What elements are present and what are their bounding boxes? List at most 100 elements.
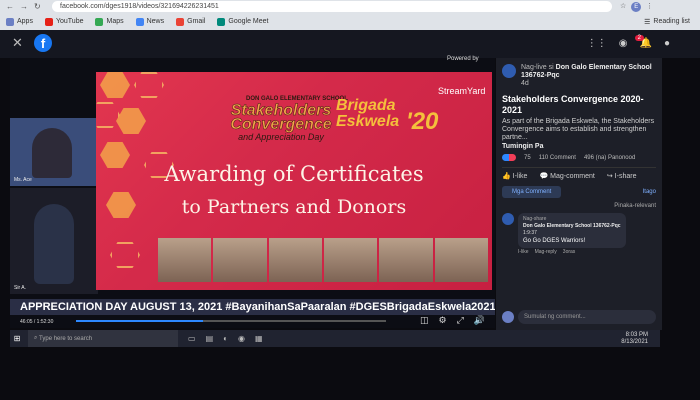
maps-icon [95,17,104,26]
post-header: Nag-live si Don Galo Elementary School 1… [502,64,656,88]
fb-actions: ⋮⋮ ◉ 🔔 ● [587,38,670,49]
menu-icon[interactable]: ⋮ [646,2,653,12]
photo [213,238,267,282]
comment-count[interactable]: 110 Comment [539,155,576,161]
post-title: Stakeholders Convergence 2020-2021 [502,94,644,115]
reaction-count[interactable]: 75 [524,155,531,161]
edge-icon[interactable]: ◐ [223,334,228,343]
comment-button[interactable]: 💬 Mag-comment [539,172,594,180]
gmail-icon [176,17,185,26]
back-icon[interactable]: ← [6,2,14,11]
youtube-icon [44,17,53,26]
clock-time: 8:03 PM [625,331,648,338]
notification-badge: 2 [634,35,644,41]
bookmark-meet[interactable]: Google Meet [217,17,269,26]
progress-bar[interactable] [76,320,386,322]
comment-reply[interactable]: Mag-reply [535,249,557,255]
bookmark-maps[interactable]: Maps [95,17,124,26]
participant-1 [32,128,72,178]
slide-heading-line2: to Partners and Donors [181,196,407,218]
tab-hide[interactable]: Itago [643,186,656,198]
post-stats: 75 110 Comment 496 (na) Panonood [502,154,656,161]
browser-chrome: ← → ↻ facebook.com/dges1918/videos/32169… [0,0,700,30]
view-count: 496 (na) Panonood [583,154,636,161]
close-icon[interactable]: ✕ [12,35,23,51]
slide-year: '20 [406,108,439,135]
forward-icon[interactable]: → [20,2,28,11]
star-icon[interactable]: ☆ [620,2,626,12]
comment-tabs: Mga Comment Itago [502,186,656,198]
comment-like[interactable]: I-like [518,249,529,255]
slide-brigada-logo: Brigada Eskwela [336,97,400,130]
captions-icon[interactable]: ◫ [420,315,429,326]
post-actions: 👍 I-like 💬 Mag-comment ↪ I-share [502,167,656,180]
camera-label-1: Ms. Ace [14,177,32,183]
address-row: ← → ↻ facebook.com/dges1918/videos/32169… [0,0,700,13]
hexagon-decoration [116,108,146,134]
slide-stakeholders-logo: Stakeholders Convergence [230,102,332,133]
hexagon-decoration [134,72,164,98]
store-icon[interactable]: ▦ [255,334,263,343]
slide-appreciation-day: and Appreciation Day [238,132,324,142]
comment-input[interactable]: Sumulat ng comment... [518,310,656,324]
reactions-icon [502,154,516,161]
tab-comments[interactable]: Mga Comment [502,186,562,198]
reload-icon[interactable]: ↻ [34,2,41,11]
bookmark-youtube[interactable]: YouTube [44,17,83,26]
apps-grid-icon[interactable]: ⋮⋮ [587,38,607,49]
messenger-icon[interactable]: ◉ [619,38,628,49]
see-more-link[interactable]: Tumingin Pa [502,143,656,150]
task-view-icon[interactable]: ▭ [188,334,196,343]
windows-start-icon[interactable]: ⊞ [10,330,24,347]
share-button[interactable]: ↪ I-share [607,172,637,180]
address-bar[interactable]: facebook.com/dges1918/videos/32169422623… [52,1,612,12]
bookmark-apps[interactable]: Apps [6,17,33,26]
news-icon [135,17,144,26]
bookmark-gmail[interactable]: Gmail [176,17,205,26]
commenter-name[interactable]: Don Galo Elementary School 136762-Pqc [523,223,621,230]
photo-strip [158,238,488,282]
camera-feed-1: Ms. Ace [10,118,98,186]
search-placeholder: Type here to search [39,335,93,342]
write-comment: Sumulat ng comment... [502,310,656,324]
hexagon-decoration [100,72,130,98]
fullscreen-icon[interactable]: ⤢ [457,315,464,326]
comment-tag: Nag-share [523,216,547,222]
commenter-avatar[interactable] [502,213,514,225]
hexagon-decoration [110,242,140,268]
system-tray-clock[interactable]: 8:03 PM 8/13/2021 [621,332,660,346]
file-explorer-icon[interactable]: ▤ [206,334,214,343]
photo [268,238,322,282]
settings-icon[interactable]: ⚙ [439,315,447,326]
camera-label-2: Sir A. [14,285,26,291]
facebook-topbar: ✕ f ⋮⋮ ◉ 🔔 ● 2 [0,30,700,58]
reading-list[interactable]: ☰ Reading list [644,18,690,26]
meet-icon [217,17,226,26]
ticker-banner: APPRECIATION DAY AUGUST 13, 2021 #Bayani… [10,299,495,315]
bookmark-news[interactable]: News [135,17,164,26]
photo [379,238,433,282]
photo [323,238,378,282]
post-meta: Nag-live si Don Galo Elementary School 1… [521,64,656,88]
chrome-icon[interactable]: ◉ [238,334,245,343]
comment-sort[interactable]: Pinaka-relevant [502,203,656,209]
taskbar-search[interactable]: ⌕ Type here to search [28,330,178,347]
user-avatar [502,311,514,323]
extensions: ☆ E ⋮ [620,1,653,12]
facebook-logo-icon[interactable]: f [34,34,52,52]
post-description: As part of the Brigada Eskwela, the Stak… [502,118,655,141]
comment-label: Mag-comment [550,173,595,180]
control-icons: ◫ ⚙ ⤢ 🔊 [420,315,485,326]
volume-icon[interactable]: 🔊 [474,315,485,326]
account-icon[interactable]: ● [664,38,670,49]
comment-actions: I-like Mag-reply 3oras [518,249,656,255]
video-player[interactable]: Ms. Ace Sir A. DON GALO ELEMENTARY SCHOO… [10,56,495,328]
page-avatar[interactable] [502,64,516,78]
comment-bubble: Nag-share Don Galo Elementary School 136… [518,213,626,248]
presentation-slide: DON GALO ELEMENTARY SCHOOL Stakeholders … [96,72,492,290]
windows-taskbar: ⊞ ⌕ Type here to search ▭ ▤ ◐ ◉ ▦ 8:03 P… [10,330,660,347]
live-prefix: Nag-live si [521,64,554,71]
participant-2 [34,204,74,284]
like-button[interactable]: 👍 I-like [502,172,527,180]
profile-avatar[interactable]: E [631,1,642,12]
